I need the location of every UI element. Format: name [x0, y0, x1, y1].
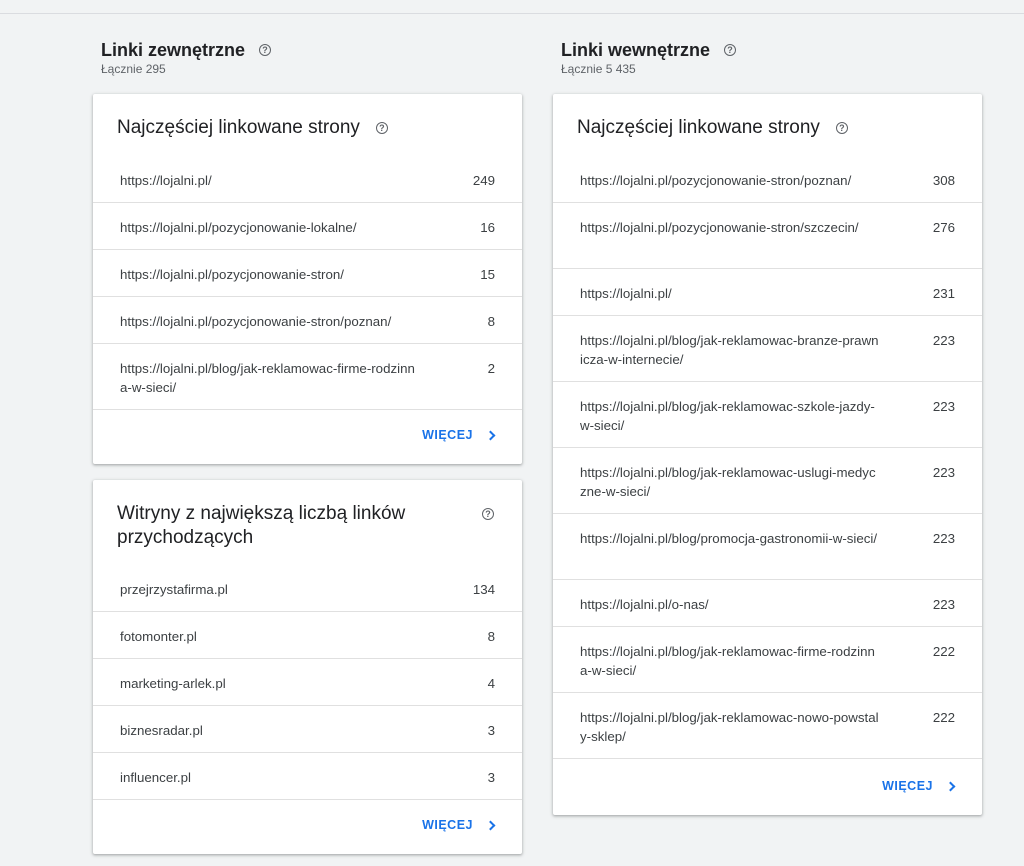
- row-count: 308: [932, 173, 955, 188]
- top-divider: [0, 13, 1024, 14]
- external-links-title: Linki zewnętrzne: [101, 39, 246, 60]
- table-row[interactable]: https://lojalni.pl/pozycjonowanie-lokaln…: [93, 203, 522, 250]
- row-count: 134: [472, 582, 495, 597]
- more-label: WIĘCEJ: [422, 818, 473, 832]
- help-icon[interactable]: ?: [724, 44, 737, 56]
- table-row[interactable]: https://lojalni.pl/ 231: [553, 269, 982, 316]
- row-site: przejrzystafirma.pl: [120, 582, 228, 597]
- row-url: https://lojalni.pl/pozycjonowanie-stron/…: [120, 314, 392, 329]
- card-title: Najczęściej linkowane strony: [577, 117, 820, 138]
- row-site: marketing-arlek.pl: [120, 676, 226, 691]
- card-title: Najczęściej linkowane strony: [117, 117, 360, 138]
- table-row[interactable]: marketing-arlek.pl 4: [93, 659, 522, 706]
- row-count: 223: [932, 531, 955, 546]
- row-count: 8: [487, 314, 495, 329]
- external-top-sites-list: przejrzystafirma.pl 134 fotomonter.pl 8 …: [93, 565, 522, 800]
- row-count: 231: [932, 286, 955, 301]
- row-url: https://lojalni.pl/blog/jak-reklamowac-n…: [580, 710, 879, 744]
- table-row[interactable]: https://lojalni.pl/pozycjonowanie-stron/…: [93, 250, 522, 297]
- row-url: https://lojalni.pl/blog/jak-reklamowac-s…: [580, 399, 875, 433]
- row-url: https://lojalni.pl/blog/jak-reklamowac-u…: [580, 465, 876, 499]
- row-count: 276: [932, 220, 955, 235]
- more-button[interactable]: WIĘCEJ: [882, 779, 956, 793]
- more-label: WIĘCEJ: [882, 779, 933, 793]
- table-row[interactable]: biznesradar.pl 3: [93, 706, 522, 753]
- row-url: https://lojalni.pl/pozycjonowanie-lokaln…: [120, 220, 357, 235]
- row-url: https://lojalni.pl/o-nas/: [580, 597, 709, 612]
- row-count: 3: [487, 770, 495, 785]
- chevron-right-icon: [945, 781, 956, 791]
- external-links-header: Linki zewnętrzne ? Łącznie 295: [101, 39, 272, 76]
- row-url: https://lojalni.pl/blog/jak-reklamowac-b…: [580, 333, 879, 367]
- help-icon[interactable]: ?: [259, 44, 272, 56]
- table-row[interactable]: fotomonter.pl 8: [93, 612, 522, 659]
- internal-links-title: Linki wewnętrzne: [561, 39, 711, 60]
- row-url: https://lojalni.pl/blog/promocja-gastron…: [580, 531, 878, 546]
- more-button[interactable]: WIĘCEJ: [422, 818, 496, 832]
- row-url: https://lojalni.pl/blog/jak-reklamowac-f…: [580, 644, 875, 678]
- table-row[interactable]: https://lojalni.pl/blog/jak-reklamowac-f…: [553, 627, 982, 693]
- row-count: 3: [487, 723, 495, 738]
- more-button[interactable]: WIĘCEJ: [422, 428, 496, 442]
- external-top-pages-list: https://lojalni.pl/ 249 https://lojalni.…: [93, 156, 522, 410]
- row-count: 223: [932, 597, 955, 612]
- external-top-sites-card: Witryny z największą liczbą linków przyc…: [93, 480, 522, 854]
- row-url: https://lojalni.pl/pozycjonowanie-stron/: [120, 267, 344, 282]
- row-count: 16: [480, 220, 495, 235]
- table-row[interactable]: https://lojalni.pl/pozycjonowanie-stron/…: [553, 156, 982, 203]
- row-url: https://lojalni.pl/pozycjonowanie-stron/…: [580, 173, 852, 188]
- help-icon[interactable]: ?: [835, 122, 848, 134]
- table-row[interactable]: https://lojalni.pl/blog/jak-reklamowac-f…: [93, 344, 522, 410]
- row-site: biznesradar.pl: [120, 723, 203, 738]
- external-top-pages-card: Najczęściej linkowane strony ? https://l…: [93, 94, 522, 464]
- row-site: influencer.pl: [120, 770, 191, 785]
- internal-top-pages-list: https://lojalni.pl/pozycjonowanie-stron/…: [553, 156, 982, 759]
- more-label: WIĘCEJ: [422, 428, 473, 442]
- row-count: 8: [487, 629, 495, 644]
- row-count: 2: [487, 361, 495, 376]
- table-row[interactable]: https://lojalni.pl/blog/jak-reklamowac-s…: [553, 382, 982, 448]
- row-count: 249: [472, 173, 495, 188]
- table-row[interactable]: https://lojalni.pl/blog/jak-reklamowac-b…: [553, 316, 982, 382]
- chevron-right-icon: [485, 820, 496, 830]
- chevron-right-icon: [485, 430, 496, 440]
- row-url: https://lojalni.pl/: [580, 286, 672, 301]
- row-url: https://lojalni.pl/pozycjonowanie-stron/…: [580, 220, 859, 235]
- row-count: 222: [932, 644, 955, 659]
- internal-top-pages-card: Najczęściej linkowane strony ? https://l…: [553, 94, 982, 815]
- row-url: https://lojalni.pl/blog/jak-reklamowac-f…: [120, 361, 415, 395]
- help-icon[interactable]: ?: [375, 122, 388, 134]
- row-url: https://lojalni.pl/: [120, 173, 212, 188]
- row-count: 223: [932, 333, 955, 348]
- external-links-total: Łącznie 295: [101, 62, 166, 76]
- help-icon[interactable]: ?: [482, 508, 494, 520]
- table-row[interactable]: https://lojalni.pl/blog/jak-reklamowac-u…: [553, 448, 982, 514]
- card-title: Witryny z największą liczbą linków przyc…: [117, 503, 406, 548]
- internal-links-header: Linki wewnętrzne ? Łącznie 5 435: [561, 39, 737, 76]
- table-row[interactable]: https://lojalni.pl/o-nas/ 223: [553, 580, 982, 627]
- table-row[interactable]: influencer.pl 3: [93, 753, 522, 800]
- row-count: 4: [487, 676, 495, 691]
- row-count: 15: [480, 267, 495, 282]
- row-count: 223: [932, 399, 955, 414]
- table-row[interactable]: przejrzystafirma.pl 134: [93, 565, 522, 612]
- row-site: fotomonter.pl: [120, 629, 197, 644]
- table-row[interactable]: https://lojalni.pl/blog/jak-reklamowac-n…: [553, 693, 982, 759]
- internal-links-total: Łącznie 5 435: [561, 62, 636, 76]
- table-row[interactable]: https://lojalni.pl/pozycjonowanie-stron/…: [93, 297, 522, 344]
- row-count: 223: [932, 465, 955, 480]
- row-count: 222: [932, 710, 955, 725]
- table-row[interactable]: https://lojalni.pl/blog/promocja-gastron…: [553, 514, 982, 580]
- table-row[interactable]: https://lojalni.pl/pozycjonowanie-stron/…: [553, 203, 982, 269]
- table-row[interactable]: https://lojalni.pl/ 249: [93, 156, 522, 203]
